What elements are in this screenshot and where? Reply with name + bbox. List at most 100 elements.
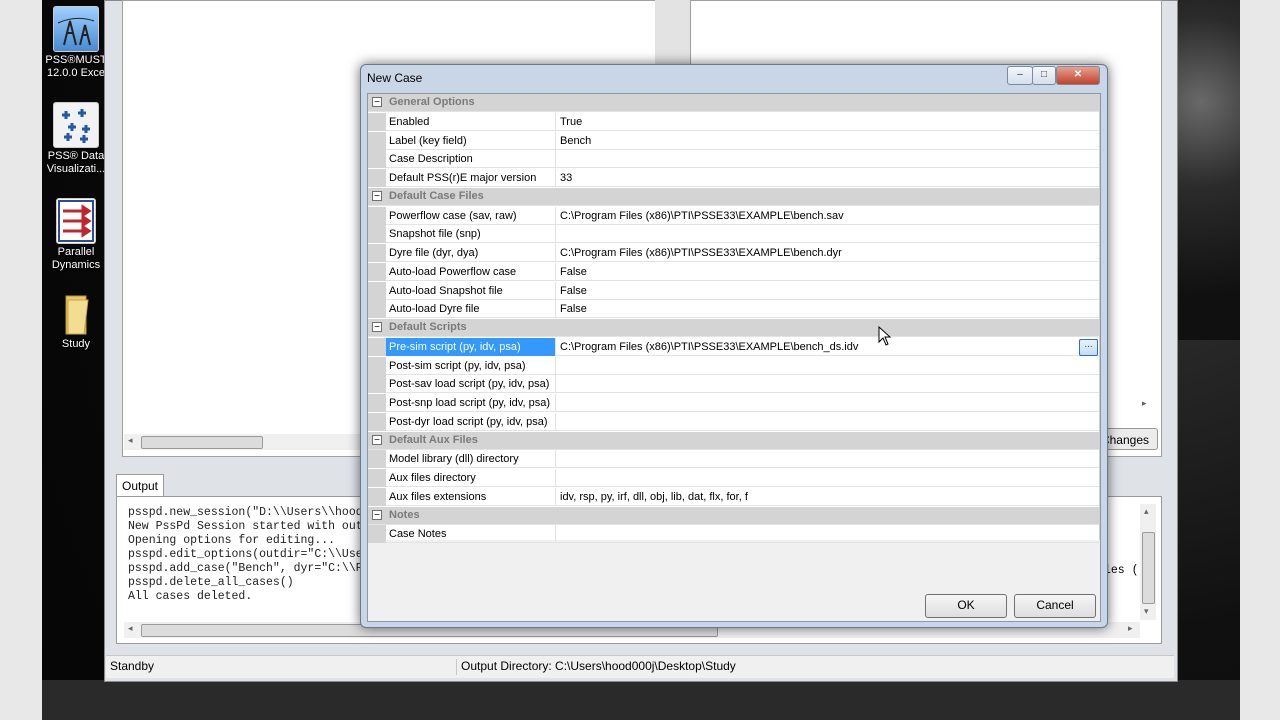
category-row[interactable]: − Default Scripts: [368, 319, 1099, 337]
tab-output[interactable]: Output: [116, 474, 164, 497]
property-value[interactable]: [560, 450, 1080, 468]
scroll-left-arrow-icon[interactable]: ◂: [128, 435, 133, 446]
property-value[interactable]: [560, 413, 1080, 431]
property-row[interactable]: Pre-sim script (py, idv, psa) C:\Program …: [368, 338, 1099, 356]
close-button[interactable]: ✕: [1056, 66, 1100, 85]
category-row[interactable]: − Default Case Files: [368, 188, 1099, 206]
property-name[interactable]: Auto-load Snapshot file: [386, 282, 556, 300]
browse-ellipsis-button[interactable]: ...: [1079, 339, 1098, 356]
property-name[interactable]: Post-sav load script (py, idv, psa): [386, 375, 556, 393]
desktop-icon-pssmust[interactable]: PSS®MUST 12.0.0 Exce: [44, 6, 108, 80]
property-name[interactable]: Aux files extensions: [386, 488, 556, 506]
property-value[interactable]: [560, 375, 1080, 393]
property-row[interactable]: Label (key field) Bench: [368, 132, 1099, 150]
property-value[interactable]: [560, 469, 1080, 487]
property-name[interactable]: Model library (dll) directory: [386, 450, 556, 468]
property-name[interactable]: Snapshot file (snp): [386, 225, 556, 243]
scroll-right-arrow-icon[interactable]: ▸: [1142, 398, 1147, 409]
row-margin: [368, 338, 386, 356]
property-row[interactable]: Post-sim script (py, idv, psa): [368, 357, 1099, 375]
property-row[interactable]: Post-sav load script (py, idv, psa): [368, 375, 1099, 393]
row-margin: [368, 113, 386, 131]
desktop-icon-study-folder[interactable]: Study: [44, 292, 108, 351]
property-value[interactable]: 33: [560, 169, 1080, 187]
property-value[interactable]: False: [560, 300, 1080, 318]
category-row[interactable]: − Default Aux Files: [368, 432, 1099, 450]
desktop-bottom: [42, 680, 1240, 720]
property-name[interactable]: Case Description: [386, 150, 556, 168]
property-row[interactable]: Auto-load Snapshot file False: [368, 282, 1099, 300]
property-name[interactable]: Aux files directory: [386, 469, 556, 487]
collapse-toggle-icon[interactable]: −: [372, 435, 382, 446]
property-value[interactable]: [560, 525, 1080, 543]
collapse-toggle-icon[interactable]: −: [372, 322, 382, 333]
row-margin: [368, 282, 386, 300]
property-value[interactable]: [560, 394, 1080, 412]
property-row[interactable]: Enabled True: [368, 113, 1099, 131]
property-name[interactable]: Pre-sim script (py, idv, psa): [386, 338, 556, 356]
category-row[interactable]: − Notes: [368, 507, 1099, 525]
scroll-down-arrow-icon[interactable]: ▾: [1144, 606, 1149, 617]
property-value[interactable]: [560, 150, 1080, 168]
property-row[interactable]: Case Notes: [368, 525, 1099, 543]
property-value[interactable]: C:\Program Files (x86)\PTI\PSSE33\EXAMPL…: [560, 207, 1080, 225]
property-row[interactable]: Model library (dll) directory: [368, 450, 1099, 468]
scroll-thumb[interactable]: [1142, 532, 1155, 604]
property-name[interactable]: Case Notes: [386, 525, 556, 543]
scroll-up-arrow-icon[interactable]: ▴: [1144, 506, 1149, 517]
property-name[interactable]: Post-dyr load script (py, idv, psa): [386, 413, 556, 431]
folder-graphic: [65, 295, 89, 335]
property-grid: − General Options Enabled True Label (key fi…: [368, 94, 1099, 543]
property-name[interactable]: Post-sim script (py, idv, psa): [386, 357, 556, 375]
property-value[interactable]: [560, 225, 1080, 243]
property-value[interactable]: Bench: [560, 132, 1080, 150]
property-row[interactable]: Snapshot file (snp): [368, 225, 1099, 243]
property-name[interactable]: Dyre file (dyr, dya): [386, 244, 556, 262]
property-value[interactable]: [560, 357, 1080, 375]
property-row[interactable]: Auto-load Dyre file False: [368, 300, 1099, 318]
property-row[interactable]: Aux files extensions idv, rsp, py, irf, d…: [368, 488, 1099, 506]
category-row[interactable]: − General Options: [368, 94, 1099, 112]
desktop-icon-parallel-dynamics[interactable]: Parallel Dynamics: [44, 198, 108, 272]
output-vertical-scrollbar[interactable]: ▴ ▾: [1140, 504, 1156, 620]
category-label: Default Case Files: [389, 190, 484, 202]
property-name[interactable]: Label (key field): [386, 132, 556, 150]
desktop-icon-data-visualization[interactable]: PSS® Data Visualizati...: [44, 102, 108, 176]
property-row[interactable]: Case Description: [368, 150, 1099, 168]
property-value[interactable]: True: [560, 113, 1080, 131]
scroll-right-arrow-icon[interactable]: ▸: [1128, 623, 1133, 634]
cancel-button[interactable]: Cancel: [1014, 594, 1096, 618]
row-margin: [368, 375, 386, 393]
property-row[interactable]: Powerflow case (sav, raw) C:\Program File…: [368, 207, 1099, 225]
property-row[interactable]: Post-dyr load script (py, idv, psa): [368, 413, 1099, 431]
status-bar: Standby Output Directory: C:\Users\hood0…: [106, 655, 1174, 678]
left-panel-horizontal-scrollbar[interactable]: ◂: [124, 434, 360, 450]
scroll-thumb[interactable]: [141, 436, 263, 449]
collapse-toggle-icon[interactable]: −: [372, 191, 382, 202]
property-name[interactable]: Default PSS(r)E major version: [386, 169, 556, 187]
desktop-icon-label: Parallel Dynamics: [51, 246, 101, 271]
property-row[interactable]: Post-snp load script (py, idv, psa): [368, 394, 1099, 412]
property-name[interactable]: Auto-load Dyre file: [386, 300, 556, 318]
property-value[interactable]: C:\Program Files (x86)\PTI\PSSE33\EXAMPL…: [560, 244, 1080, 262]
collapse-toggle-icon[interactable]: −: [372, 510, 382, 521]
property-row[interactable]: Dyre file (dyr, dya) C:\Program Files (x8…: [368, 244, 1099, 262]
property-row[interactable]: Default PSS(r)E major version 33: [368, 169, 1099, 187]
maximize-button[interactable]: □: [1032, 66, 1056, 85]
property-value[interactable]: False: [560, 282, 1080, 300]
property-row[interactable]: Auto-load Powerflow case False: [368, 263, 1099, 281]
property-value[interactable]: idv, rsp, py, irf, dll, obj, lib, dat, f…: [560, 488, 1080, 506]
row-margin: [368, 244, 386, 262]
row-margin: [368, 450, 386, 468]
property-name[interactable]: Enabled: [386, 113, 556, 131]
property-value[interactable]: False: [560, 263, 1080, 281]
minimize-button[interactable]: –: [1007, 66, 1033, 85]
property-name[interactable]: Auto-load Powerflow case: [386, 263, 556, 281]
property-value[interactable]: C:\Program Files (x86)\PTI\PSSE33\EXAMPL…: [560, 338, 1080, 356]
collapse-toggle-icon[interactable]: −: [372, 97, 382, 108]
property-name[interactable]: Post-snp load script (py, idv, psa): [386, 394, 556, 412]
property-row[interactable]: Aux files directory: [368, 469, 1099, 487]
ok-button[interactable]: OK: [925, 594, 1007, 618]
scroll-left-arrow-icon[interactable]: ◂: [128, 623, 133, 634]
property-name[interactable]: Powerflow case (sav, raw): [386, 207, 556, 225]
